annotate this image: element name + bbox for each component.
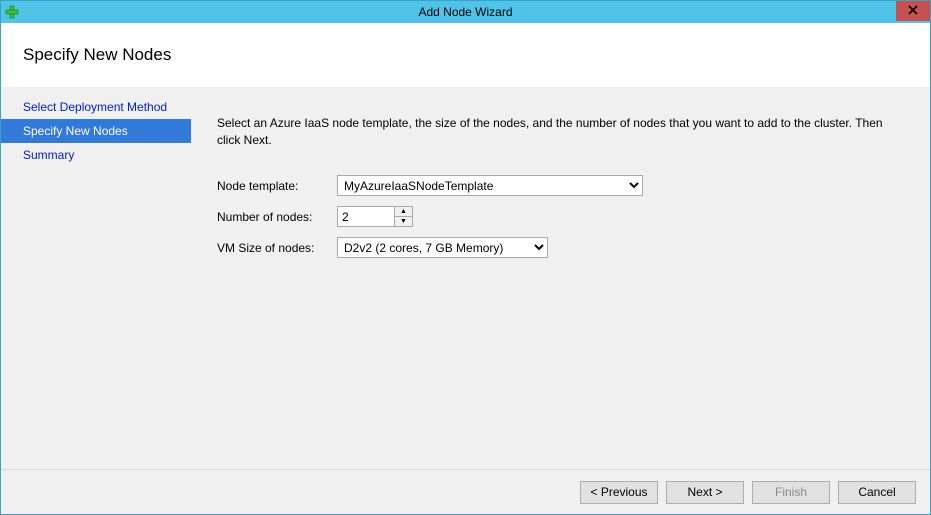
next-button[interactable]: Next > [666,481,744,504]
row-node-template: Node template: MyAzureIaaSNodeTemplate [217,175,896,196]
sidebar-item-select-deployment[interactable]: Select Deployment Method [1,95,191,119]
spinner-down[interactable]: ▼ [395,217,412,226]
previous-button[interactable]: < Previous [580,481,658,504]
spinner-arrows: ▲ ▼ [394,207,412,226]
button-bar: < Previous Next > Finish Cancel [1,469,930,514]
instruction-text: Select an Azure IaaS node template, the … [217,115,896,149]
title-bar: Add Node Wizard [1,1,930,23]
page-title: Specify New Nodes [23,45,171,65]
chevron-up-icon: ▲ [400,208,407,215]
sidebar-item-label: Summary [23,148,74,162]
cancel-button[interactable]: Cancel [838,481,916,504]
body: Select Deployment Method Specify New Nod… [1,87,930,469]
sidebar-item-label: Select Deployment Method [23,100,167,114]
sidebar-item-summary[interactable]: Summary [1,143,191,167]
sidebar-item-specify-nodes[interactable]: Specify New Nodes [1,119,191,143]
label-vm-size: VM Size of nodes: [217,241,337,255]
wizard-window: Add Node Wizard Specify New Nodes Select… [0,0,931,515]
node-count-spinner: ▲ ▼ [337,206,413,227]
sidebar-item-label: Specify New Nodes [23,124,128,138]
row-vm-size: VM Size of nodes: D2v2 (2 cores, 7 GB Me… [217,237,896,258]
content-pane: Select an Azure IaaS node template, the … [191,87,930,469]
node-count-input[interactable] [338,207,394,226]
close-icon [908,4,918,18]
spinner-up[interactable]: ▲ [395,207,412,217]
node-template-select[interactable]: MyAzureIaaSNodeTemplate [337,175,643,196]
label-node-count: Number of nodes: [217,210,337,224]
wizard-sidebar: Select Deployment Method Specify New Nod… [1,87,191,469]
chevron-down-icon: ▼ [400,218,407,225]
close-button[interactable] [896,1,930,21]
finish-button[interactable]: Finish [752,481,830,504]
window-title: Add Node Wizard [1,5,930,19]
page-header: Specify New Nodes [1,23,930,87]
vm-size-select[interactable]: D2v2 (2 cores, 7 GB Memory) [337,237,548,258]
label-node-template: Node template: [217,179,337,193]
app-icon [5,5,19,19]
row-node-count: Number of nodes: ▲ ▼ [217,206,896,227]
